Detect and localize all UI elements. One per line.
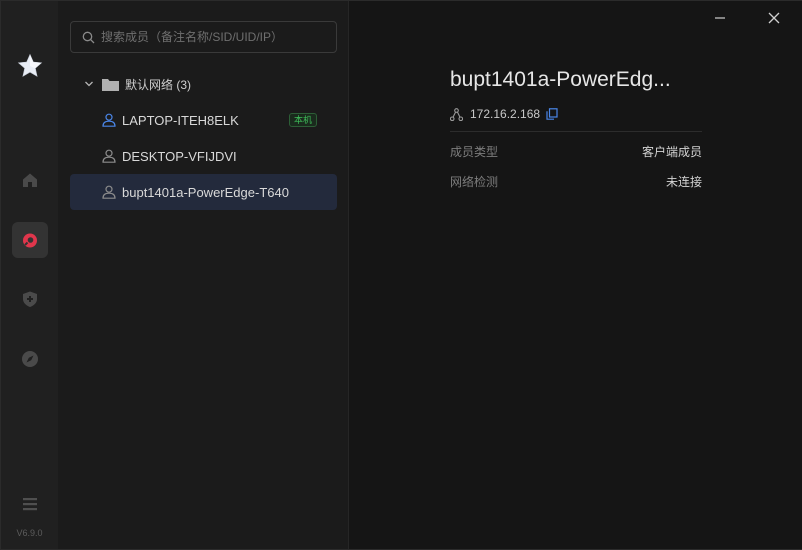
- nav-rail: V6.9.0: [1, 1, 58, 549]
- close-icon: [768, 12, 780, 24]
- nav-discover-button[interactable]: [12, 341, 48, 377]
- member-item[interactable]: DESKTOP-VFIJDVI: [70, 138, 337, 174]
- app-window: V6.9.0 默认网络 (3) LAPTOP-ITEH8ELK: [0, 0, 802, 550]
- copy-ip-button[interactable]: [546, 108, 558, 120]
- nav-home-button[interactable]: [12, 162, 48, 198]
- search-input[interactable]: [101, 30, 331, 44]
- member-item[interactable]: LAPTOP-ITEH8ELK 本机: [70, 102, 337, 138]
- network-node-icon: [450, 107, 463, 121]
- network-group-header[interactable]: 默认网络 (3): [84, 73, 191, 95]
- this-device-badge: 本机: [288, 113, 317, 127]
- network-icon: [23, 233, 37, 248]
- member-item-selected[interactable]: bupt1401a-PowerEdge-T640: [70, 174, 337, 210]
- divider: [450, 131, 702, 132]
- shield-plus-icon: [23, 291, 37, 307]
- version-label: V6.9.0: [16, 528, 43, 538]
- ip-address: 172.16.2.168: [470, 107, 541, 121]
- user-offline-icon: [102, 185, 116, 199]
- minimize-icon: [715, 17, 725, 19]
- member-name: LAPTOP-ITEH8ELK: [122, 112, 239, 128]
- network-group-label: 默认网络 (3): [125, 77, 192, 92]
- network-check-row: 网络检测 未连接: [450, 173, 702, 191]
- chevron-down-icon[interactable]: [84, 79, 94, 89]
- user-offline-icon: [102, 149, 116, 163]
- member-type-label: 成员类型: [450, 145, 499, 159]
- compass-icon: [22, 351, 38, 367]
- search-icon: [82, 31, 95, 43]
- home-icon: [23, 173, 37, 187]
- menu-icon: [23, 498, 37, 511]
- nav-network-button[interactable]: [12, 222, 48, 258]
- user-online-icon: [102, 113, 116, 127]
- search-box[interactable]: [70, 21, 337, 53]
- minimize-button[interactable]: [711, 9, 729, 27]
- member-name: DESKTOP-VFIJDVI: [122, 148, 237, 164]
- ip-row: 172.16.2.168: [450, 105, 558, 123]
- member-name: bupt1401a-PowerEdge-T640: [122, 184, 289, 200]
- member-type-value: 客户端成员: [641, 145, 702, 159]
- copy-icon: [546, 108, 558, 120]
- close-button[interactable]: [765, 9, 783, 27]
- menu-button[interactable]: [12, 486, 48, 522]
- member-list-panel: 默认网络 (3) LAPTOP-ITEH8ELK 本机 DESKTOP-VFIJ…: [58, 1, 349, 549]
- nav-security-button[interactable]: [12, 281, 48, 317]
- star-logo-icon: [17, 53, 43, 77]
- folder-icon: [102, 78, 119, 91]
- member-detail-panel: bupt1401a-PowerEdg... 172.16.2.168 成员类型 …: [350, 1, 802, 549]
- member-type-row: 成员类型 客户端成员: [450, 143, 702, 161]
- member-title: bupt1401a-PowerEdg...: [450, 68, 671, 91]
- network-check-value: 未连接: [665, 175, 702, 189]
- network-check-label: 网络检测: [450, 175, 499, 189]
